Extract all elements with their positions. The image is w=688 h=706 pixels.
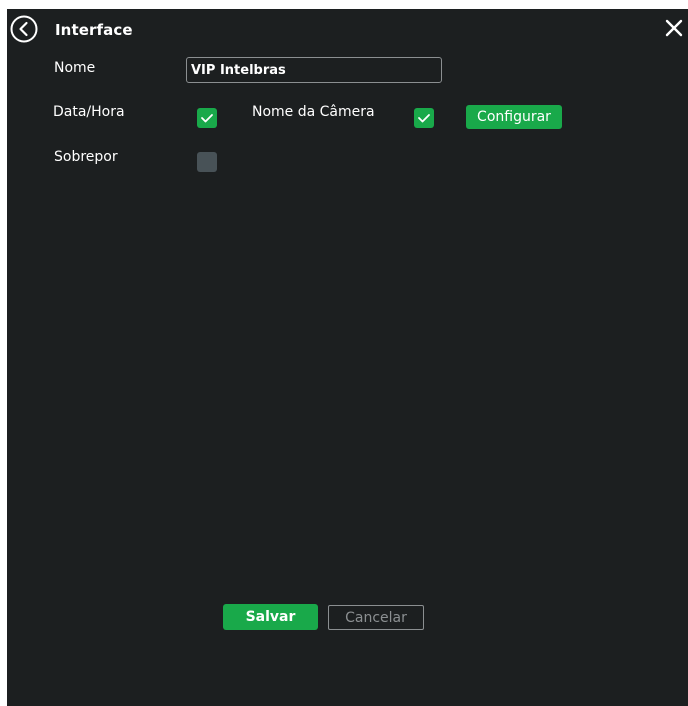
name-label: Nome [54,60,96,76]
datetime-label: Data/Hora [53,104,125,120]
name-input[interactable] [186,57,442,83]
overlay-checkbox[interactable] [197,152,217,172]
check-icon [201,114,213,123]
camera-name-label: Nome da Câmera [252,104,375,120]
configure-button[interactable]: Configurar [466,105,562,129]
back-button[interactable] [10,15,38,43]
close-button[interactable] [663,17,685,39]
close-icon [665,19,683,37]
dialog-header: Interface [7,9,688,53]
dialog-title: Interface [55,21,133,39]
save-button[interactable]: Salvar [223,604,318,630]
check-icon [418,114,430,123]
overlay-label: Sobrepor [54,149,118,165]
datetime-checkbox[interactable] [197,108,217,128]
chevron-left-circle-icon [10,15,38,43]
camera-name-checkbox[interactable] [414,108,434,128]
interface-dialog: Interface Nome Data/Hora Nome da Câmera … [7,9,688,706]
cancel-button[interactable]: Cancelar [328,605,424,630]
